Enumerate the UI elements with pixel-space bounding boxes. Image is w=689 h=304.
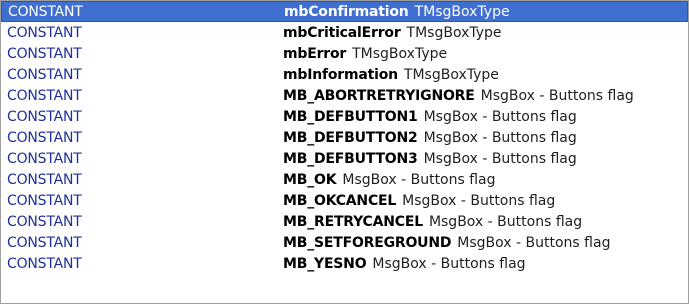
list-item[interactable]: CONSTANT mbInformation TMsgBoxType: [1, 64, 688, 85]
item-name: MB_OKCANCEL: [283, 192, 397, 209]
item-description: MsgBox - Buttons flag: [402, 192, 556, 209]
list-item[interactable]: CONSTANT MB_DEFBUTTON2 MsgBox - Buttons f…: [1, 127, 688, 148]
item-name: MB_SETFOREGROUND: [283, 234, 452, 251]
list-item[interactable]: CONSTANT MB_DEFBUTTON3 MsgBox - Buttons f…: [1, 148, 688, 169]
item-description: MsgBox - Buttons flag: [423, 129, 577, 146]
item-description: MsgBox - Buttons flag: [457, 234, 611, 251]
item-entry: MB_OKCANCEL MsgBox - Buttons flag: [283, 193, 555, 209]
list-item[interactable]: CONSTANT MB_ABORTRETRYIGNORE MsgBox - But…: [1, 85, 688, 106]
list-item[interactable]: CONSTANT mbError TMsgBoxType: [1, 43, 688, 64]
item-entry: mbError TMsgBoxType: [283, 46, 447, 62]
item-entry: MB_YESNO MsgBox - Buttons flag: [283, 256, 526, 272]
item-kind: CONSTANT: [7, 213, 82, 230]
list-item[interactable]: CONSTANT MB_DEFBUTTON1 MsgBox - Buttons f…: [1, 106, 688, 127]
list-item[interactable]: CONSTANT MB_YESNO MsgBox - Buttons flag: [1, 253, 688, 274]
item-name: MB_DEFBUTTON3: [283, 150, 418, 167]
autocomplete-list[interactable]: CONSTANT mbConfirmation TMsgBoxType CONST…: [0, 0, 689, 304]
item-entry: MB_SETFOREGROUND MsgBox - Buttons flag: [283, 235, 610, 251]
item-description: MsgBox - Buttons flag: [372, 255, 526, 272]
item-description: MsgBox - Buttons flag: [423, 150, 577, 167]
item-description: MsgBox - Buttons flag: [423, 108, 577, 125]
item-name: mbInformation: [283, 66, 398, 83]
item-kind: CONSTANT: [7, 150, 82, 167]
item-name: MB_RETRYCANCEL: [283, 213, 423, 230]
item-name: MB_YESNO: [283, 255, 367, 272]
item-entry: MB_ABORTRETRYIGNORE MsgBox - Buttons flag: [283, 88, 634, 104]
item-entry: MB_DEFBUTTON3 MsgBox - Buttons flag: [283, 151, 577, 167]
item-name: MB_OK: [283, 171, 337, 188]
item-kind: CONSTANT: [8, 3, 83, 20]
item-name: mbError: [283, 45, 347, 62]
list-item[interactable]: CONSTANT MB_OKCANCEL MsgBox - Buttons fla…: [1, 190, 688, 211]
list-item[interactable]: CONSTANT MB_SETFOREGROUND MsgBox - Button…: [1, 232, 688, 253]
list-item[interactable]: CONSTANT mbConfirmation TMsgBoxType: [1, 1, 688, 22]
item-kind: CONSTANT: [7, 87, 82, 104]
item-kind: CONSTANT: [7, 108, 82, 125]
item-entry: MB_DEFBUTTON1 MsgBox - Buttons flag: [283, 109, 577, 125]
list-item[interactable]: CONSTANT mbCriticalError TMsgBoxType: [1, 22, 688, 43]
item-kind: CONSTANT: [7, 129, 82, 146]
item-kind: CONSTANT: [7, 234, 82, 251]
item-kind: CONSTANT: [7, 192, 82, 209]
item-kind: CONSTANT: [7, 255, 82, 272]
item-description: MsgBox - Buttons flag: [428, 213, 583, 230]
item-description: TMsgBoxType: [403, 66, 499, 83]
item-kind: CONSTANT: [7, 24, 82, 41]
item-entry: MB_RETRYCANCEL MsgBox - Buttons flag: [283, 214, 582, 230]
item-entry: mbConfirmation TMsgBoxType: [284, 4, 510, 20]
item-name: MB_DEFBUTTON1: [283, 108, 418, 125]
item-description: MsgBox - Buttons flag: [342, 171, 496, 188]
item-name: MB_DEFBUTTON2: [283, 129, 418, 146]
item-name: mbConfirmation: [284, 3, 409, 20]
item-entry: MB_DEFBUTTON2 MsgBox - Buttons flag: [283, 130, 577, 146]
item-description: TMsgBoxType: [406, 24, 502, 41]
item-name: MB_ABORTRETRYIGNORE: [283, 87, 475, 104]
item-entry: mbInformation TMsgBoxType: [283, 67, 499, 83]
item-description: TMsgBoxType: [414, 3, 510, 20]
list-item[interactable]: CONSTANT MB_OK MsgBox - Buttons flag: [1, 169, 688, 190]
item-entry: MB_OK MsgBox - Buttons flag: [283, 172, 496, 188]
list-item[interactable]: CONSTANT MB_RETRYCANCEL MsgBox - Buttons …: [1, 211, 688, 232]
item-kind: CONSTANT: [7, 66, 82, 83]
item-kind: CONSTANT: [7, 45, 82, 62]
item-kind: CONSTANT: [7, 171, 82, 188]
item-name: mbCriticalError: [283, 24, 401, 41]
item-description: TMsgBoxType: [352, 45, 448, 62]
item-entry: mbCriticalError TMsgBoxType: [283, 25, 502, 41]
item-description: MsgBox - Buttons flag: [480, 87, 634, 104]
